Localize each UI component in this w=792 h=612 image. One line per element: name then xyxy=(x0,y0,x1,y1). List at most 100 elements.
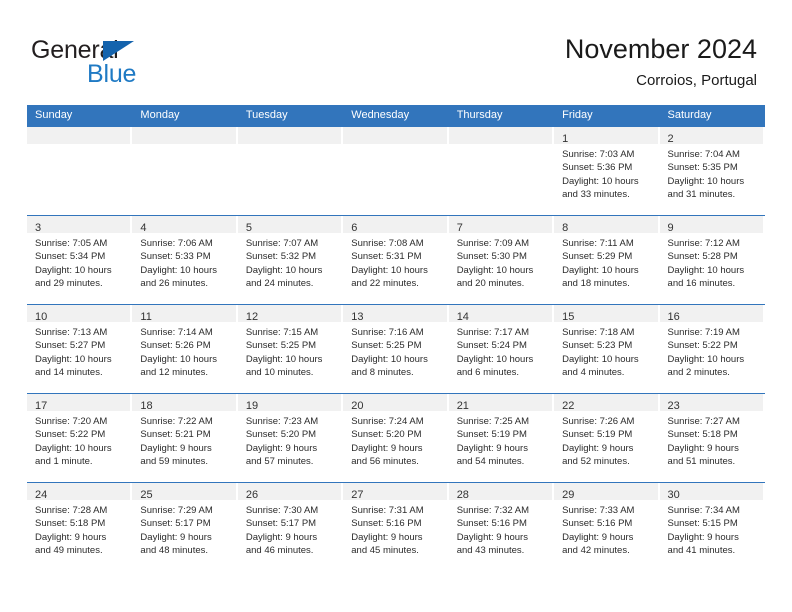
calendar-cell-day[interactable]: 13 Sunrise: 7:16 AM Sunset: 5:25 PM Dayligh… xyxy=(343,304,449,394)
calendar-cell-day[interactable]: 24 Sunrise: 7:28 AM Sunset: 5:18 PM Dayligh… xyxy=(27,482,133,571)
calendar-cell-day[interactable]: 26 Sunrise: 7:30 AM Sunset: 5:17 PM Dayligh… xyxy=(237,482,344,571)
calendar-cell-day[interactable]: 21 Sunrise: 7:25 AM Sunset: 5:19 PM Dayligh… xyxy=(448,393,555,483)
day-number: 27 xyxy=(351,489,364,501)
sunrise-text: Sunrise: 7:18 AM xyxy=(562,327,635,338)
calendar-cell-empty xyxy=(27,127,133,216)
calendar-cell-day[interactable]: 1 Sunrise: 7:03 AM Sunset: 5:36 PM Daylight… xyxy=(554,127,660,216)
day-cell: 2 Sunrise: 7:04 AM Sunset: 5:35 PM Daylight… xyxy=(659,127,765,215)
calendar-cell-day[interactable]: 17 Sunrise: 7:20 AM Sunset: 5:22 PM Dayligh… xyxy=(27,393,133,483)
sunrise-text: Sunrise: 7:12 AM xyxy=(667,238,740,249)
daylight-text-line1: Daylight: 9 hours xyxy=(667,442,739,454)
day-details: Sunrise: 7:11 AM Sunset: 5:29 PM Daylight:… xyxy=(554,233,659,290)
day-number: 17 xyxy=(35,400,48,412)
daylight-text-line2: and 6 minutes. xyxy=(456,366,520,378)
day-details: Sunrise: 7:16 AM Sunset: 5:25 PM Daylight:… xyxy=(343,322,448,379)
brand-logo[interactable]: General Blue xyxy=(31,36,211,90)
day-number: 29 xyxy=(562,489,575,501)
calendar-cell-day[interactable]: 30 Sunrise: 7:34 AM Sunset: 5:15 PM Dayligh… xyxy=(659,482,765,571)
daylight-text-line2: and 16 minutes. xyxy=(667,277,736,289)
calendar-cell-day[interactable]: 8 Sunrise: 7:11 AM Sunset: 5:29 PM Daylight… xyxy=(554,215,660,305)
day-details: Sunrise: 7:25 AM Sunset: 5:19 PM Daylight:… xyxy=(449,411,554,468)
page-subtitle: Corroios, Portugal xyxy=(636,72,757,89)
day-cell: 28 Sunrise: 7:32 AM Sunset: 5:16 PM Dayligh… xyxy=(448,483,554,571)
calendar-cell-day[interactable]: 6 Sunrise: 7:08 AM Sunset: 5:31 PM Daylight… xyxy=(343,215,449,305)
calendar-header-row: Sunday Monday Tuesday Wednesday Thursday Frid… xyxy=(27,105,765,127)
day-number: 3 xyxy=(35,222,42,234)
daylight-text-line1: Daylight: 10 hours xyxy=(456,264,534,276)
day-number-band: 23 xyxy=(659,394,763,412)
day-number-band: 25 xyxy=(132,483,236,501)
calendar-cell-day[interactable]: 11 Sunrise: 7:14 AM Sunset: 5:26 PM Dayligh… xyxy=(132,304,238,394)
calendar-cell-day[interactable]: 4 Sunrise: 7:06 AM Sunset: 5:33 PM Daylight… xyxy=(132,215,238,305)
day-number: 23 xyxy=(667,400,680,412)
day-number-band: 4 xyxy=(132,216,236,234)
day-number: 25 xyxy=(140,489,153,501)
calendar-week-row: 10 Sunrise: 7:13 AM Sunset: 5:27 PM Dayligh… xyxy=(27,304,765,394)
calendar-cell-day[interactable]: 5 Sunrise: 7:07 AM Sunset: 5:32 PM Daylight… xyxy=(237,215,344,305)
sunrise-text: Sunrise: 7:26 AM xyxy=(562,416,635,427)
sunrise-text: Sunrise: 7:24 AM xyxy=(351,416,424,427)
sunrise-text: Sunrise: 7:34 AM xyxy=(667,505,740,516)
day-number: 7 xyxy=(456,222,463,234)
day-details: Sunrise: 7:30 AM Sunset: 5:17 PM Daylight:… xyxy=(238,500,343,557)
daylight-text-line1: Daylight: 9 hours xyxy=(351,531,423,543)
calendar-cell-day[interactable]: 7 Sunrise: 7:09 AM Sunset: 5:30 PM Daylight… xyxy=(448,215,555,305)
day-number-band: 5 xyxy=(237,216,342,234)
calendar-cell-day[interactable]: 22 Sunrise: 7:26 AM Sunset: 5:19 PM Dayligh… xyxy=(554,393,660,483)
calendar-week-row: 24 Sunrise: 7:28 AM Sunset: 5:18 PM Dayligh… xyxy=(27,482,765,571)
calendar-cell-day[interactable]: 3 Sunrise: 7:05 AM Sunset: 5:34 PM Daylight… xyxy=(27,215,133,305)
day-number: 11 xyxy=(140,311,152,323)
sunset-text: Sunset: 5:26 PM xyxy=(140,340,211,352)
day-number-band: 10 xyxy=(27,305,131,323)
day-number: 5 xyxy=(245,222,252,234)
daylight-text-line2: and 14 minutes. xyxy=(35,366,103,378)
sunset-text: Sunset: 5:23 PM xyxy=(562,340,633,352)
daylight-text-line1: Daylight: 10 hours xyxy=(562,264,639,276)
day-details: Sunrise: 7:22 AM Sunset: 5:21 PM Daylight:… xyxy=(132,411,237,468)
day-cell: 21 Sunrise: 7:25 AM Sunset: 5:19 PM Dayligh… xyxy=(448,394,554,482)
calendar-cell-day[interactable]: 28 Sunrise: 7:32 AM Sunset: 5:16 PM Dayligh… xyxy=(448,482,555,571)
calendar-cell-day[interactable]: 10 Sunrise: 7:13 AM Sunset: 5:27 PM Dayligh… xyxy=(27,304,133,394)
sunrise-text: Sunrise: 7:30 AM xyxy=(245,505,319,516)
calendar-cell-empty xyxy=(448,127,555,216)
calendar-cell-day[interactable]: 20 Sunrise: 7:24 AM Sunset: 5:20 PM Dayligh… xyxy=(343,393,449,483)
calendar-cell-day[interactable]: 2 Sunrise: 7:04 AM Sunset: 5:35 PM Daylight… xyxy=(659,127,765,216)
calendar-cell-day[interactable]: 14 Sunrise: 7:17 AM Sunset: 5:24 PM Dayligh… xyxy=(448,304,555,394)
day-number: 2 xyxy=(667,133,674,145)
daylight-text-line2: and 49 minutes. xyxy=(35,544,103,556)
calendar-cell-day[interactable]: 27 Sunrise: 7:31 AM Sunset: 5:16 PM Dayligh… xyxy=(343,482,449,571)
calendar-cell-day[interactable]: 12 Sunrise: 7:15 AM Sunset: 5:25 PM Dayligh… xyxy=(237,304,344,394)
day-cell: 3 Sunrise: 7:05 AM Sunset: 5:34 PM Daylight… xyxy=(27,216,132,304)
day-number-band: 13 xyxy=(343,305,447,323)
day-details: Sunrise: 7:26 AM Sunset: 5:19 PM Daylight:… xyxy=(554,411,659,468)
day-cell xyxy=(132,127,237,215)
day-number: 28 xyxy=(456,489,469,501)
day-details: Sunrise: 7:29 AM Sunset: 5:17 PM Daylight:… xyxy=(132,500,237,557)
sunrise-text: Sunrise: 7:15 AM xyxy=(245,327,319,338)
calendar-cell-day[interactable]: 25 Sunrise: 7:29 AM Sunset: 5:17 PM Dayligh… xyxy=(132,482,238,571)
day-number-band xyxy=(237,127,342,144)
day-details: Sunrise: 7:27 AM Sunset: 5:18 PM Daylight:… xyxy=(660,411,765,468)
sunset-text: Sunset: 5:30 PM xyxy=(456,251,527,263)
daylight-text-line2: and 52 minutes. xyxy=(562,455,630,467)
sunset-text: Sunset: 5:33 PM xyxy=(140,251,211,263)
daylight-text-line2: and 43 minutes. xyxy=(456,544,525,556)
calendar-cell-day[interactable]: 29 Sunrise: 7:33 AM Sunset: 5:16 PM Dayligh… xyxy=(554,482,660,571)
calendar-cell-day[interactable]: 18 Sunrise: 7:22 AM Sunset: 5:21 PM Dayligh… xyxy=(132,393,238,483)
sunset-text: Sunset: 5:20 PM xyxy=(351,429,422,441)
calendar-cell-day[interactable]: 19 Sunrise: 7:23 AM Sunset: 5:20 PM Dayligh… xyxy=(237,393,344,483)
calendar-cell-empty xyxy=(132,127,238,216)
day-cell: 14 Sunrise: 7:17 AM Sunset: 5:24 PM Dayligh… xyxy=(448,305,554,393)
calendar-cell-day[interactable]: 9 Sunrise: 7:12 AM Sunset: 5:28 PM Daylight… xyxy=(659,215,765,305)
calendar-cell-day[interactable]: 15 Sunrise: 7:18 AM Sunset: 5:23 PM Dayligh… xyxy=(554,304,660,394)
daylight-text-line1: Daylight: 10 hours xyxy=(562,353,639,365)
day-cell: 20 Sunrise: 7:24 AM Sunset: 5:20 PM Dayligh… xyxy=(343,394,448,482)
day-number-band: 22 xyxy=(554,394,658,412)
sunrise-text: Sunrise: 7:33 AM xyxy=(562,505,635,516)
calendar-cell-day[interactable]: 23 Sunrise: 7:27 AM Sunset: 5:18 PM Dayligh… xyxy=(659,393,765,483)
daylight-text-line1: Daylight: 10 hours xyxy=(140,353,217,365)
calendar-cell-day[interactable]: 16 Sunrise: 7:19 AM Sunset: 5:22 PM Dayligh… xyxy=(659,304,765,394)
day-number: 24 xyxy=(35,489,48,501)
day-number-band xyxy=(27,127,131,144)
day-number-band xyxy=(343,127,447,144)
